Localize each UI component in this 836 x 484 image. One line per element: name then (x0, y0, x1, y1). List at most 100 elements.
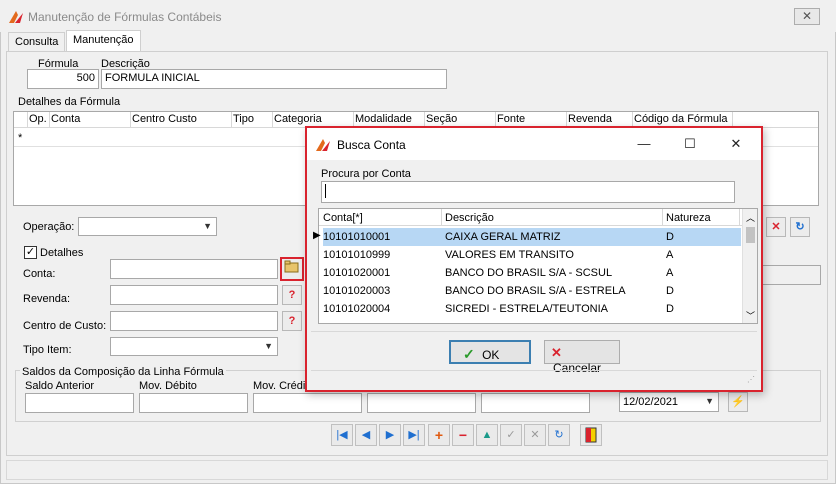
row-conta: 10101010001 (323, 231, 391, 243)
revenda-lookup-button[interactable]: ? (282, 285, 302, 305)
close-icon: ✕ (730, 136, 742, 151)
results-grid[interactable]: Conta[*] Descrição Natureza ▶ 1010101000… (313, 208, 758, 324)
tipo-item-select[interactable]: ▼ (110, 337, 278, 356)
refresh-icon: ↻ (554, 429, 564, 441)
mov-debito-field[interactable] (139, 393, 248, 413)
conta-field[interactable] (110, 259, 278, 279)
col-tipo: Tipo (233, 113, 254, 125)
post-button[interactable]: ✓ (500, 424, 522, 446)
mov-credito-field[interactable] (253, 393, 362, 413)
dialog-status-bar: ⋰ (311, 370, 757, 388)
search-label: Procura por Conta (321, 168, 411, 180)
refresh-button[interactable]: ↻ (790, 217, 810, 237)
status-bar (6, 460, 828, 480)
maximize-button[interactable]: ☐ (675, 134, 705, 154)
next-record-button[interactable]: ▶ (379, 424, 401, 446)
next-icon: ▶ (385, 429, 395, 441)
scroll-up-icon[interactable]: ︿ (746, 211, 755, 224)
lightning-icon: ⚡ (731, 396, 745, 408)
exit-button[interactable] (580, 424, 602, 446)
calculate-button[interactable]: ⚡ (728, 392, 748, 412)
refresh-icon: ↻ (795, 221, 805, 233)
saldo-field-4[interactable] (367, 393, 476, 413)
cancel-edit-button[interactable]: ✕ (524, 424, 546, 446)
saldo-field-5[interactable] (481, 393, 590, 413)
scroll-down-icon[interactable]: ﹀ (746, 309, 755, 322)
table-row[interactable]: 10101020003 BANCO DO BRASIL S/A - ESTREL… (323, 282, 741, 300)
app-logo-icon (316, 139, 330, 151)
row-natureza: A (666, 267, 674, 279)
row-natureza: D (666, 303, 674, 315)
tab-consulta[interactable]: Consulta (8, 32, 66, 52)
col-conta: Conta[*] (323, 212, 363, 224)
minimize-button[interactable]: — (629, 134, 659, 154)
col-centro-custo: Centro Custo (132, 113, 197, 125)
date-value: 12/02/2021 (623, 396, 679, 408)
mov-debito-label: Mov. Débito (139, 380, 197, 392)
edit-button[interactable]: ▲ (476, 424, 498, 446)
table-row[interactable]: 10101020004 SICREDI - ESTRELA/TEUTONIA D (323, 300, 741, 318)
exit-door-icon (585, 427, 597, 443)
table-row[interactable]: 10101020001 BANCO DO BRASIL S/A - SCSUL … (323, 264, 741, 282)
refresh-records-button[interactable]: ↻ (548, 424, 570, 446)
insert-button[interactable]: + (428, 424, 450, 446)
first-record-button[interactable]: |◀ (331, 424, 353, 446)
row-conta: 10101020001 (323, 267, 391, 279)
row-conta: 10101020003 (323, 285, 391, 297)
current-row-marker: ▶ (313, 230, 321, 241)
vertical-scrollbar[interactable]: ︿ ﹀ (742, 209, 757, 323)
chevron-down-icon: ▼ (203, 221, 212, 231)
centro-custo-field[interactable] (110, 311, 278, 331)
detalhes-checkbox[interactable]: ✓ (24, 246, 37, 259)
chevron-down-icon: ▼ (264, 341, 273, 351)
operacao-select[interactable]: ▼ (78, 217, 217, 236)
delete-button[interactable]: − (452, 424, 474, 446)
row-conta: 10101010999 (323, 249, 391, 261)
saldos-group-label: Saldos da Composição da Linha Fórmula (20, 366, 226, 378)
descricao-field[interactable]: FORMULA INICIAL (101, 69, 447, 89)
last-record-button[interactable]: ▶| (403, 424, 425, 446)
last-icon: ▶| (408, 429, 420, 441)
folder-open-icon (284, 260, 299, 273)
minimize-icon: — (637, 136, 651, 151)
tipo-item-label: Tipo Item: (23, 344, 72, 356)
conta-label: Conta: (23, 268, 56, 280)
dialog-close-button[interactable]: ✕ (721, 134, 751, 154)
conta-description-field (755, 265, 821, 285)
detalhes-group-label: Detalhes da Fórmula (18, 96, 121, 108)
row-descricao: CAIXA GERAL MATRIZ (445, 231, 561, 243)
col-natureza: Natureza (666, 212, 711, 224)
table-row[interactable]: 10101010001 CAIXA GERAL MATRIZ D (323, 228, 741, 246)
table-row[interactable]: 10101010999 VALORES EM TRANSITO A (323, 246, 741, 264)
ok-button[interactable]: ✓ OK (449, 340, 531, 364)
results-grid-header: Conta[*] Descrição Natureza (319, 209, 743, 226)
centro-custo-lookup-button[interactable]: ? (282, 311, 302, 331)
row-natureza: D (666, 231, 674, 243)
formula-field[interactable]: 500 (27, 69, 99, 89)
scrollbar-thumb[interactable] (746, 227, 755, 243)
saldo-anterior-field[interactable] (25, 393, 134, 413)
check-icon: ✓ (463, 346, 475, 362)
previous-record-button[interactable]: ◀ (355, 424, 377, 446)
busca-conta-dialog: Busca Conta — ☐ ✕ Procura por Conta Cont… (305, 126, 763, 392)
search-input[interactable] (321, 181, 735, 203)
close-button[interactable]: ✕ (794, 8, 820, 25)
folder-search-button[interactable] (280, 257, 304, 281)
dialog-title: Busca Conta (337, 138, 406, 152)
row-descricao: SICREDI - ESTRELA/TEUTONIA (445, 303, 608, 315)
col-modalidade: Modalidade (355, 113, 412, 125)
row-descricao: VALORES EM TRANSITO (445, 249, 574, 261)
revenda-field[interactable] (110, 285, 278, 305)
col-categoria: Categoria (274, 113, 322, 125)
delete-row-button[interactable]: ✕ (766, 217, 786, 237)
cancel-button[interactable]: ✕ Cancelar (544, 340, 620, 375)
size-grip-icon[interactable]: ⋰ (747, 375, 755, 384)
close-icon: ✕ (530, 429, 540, 441)
window-title: Manutenção de Fórmulas Contábeis (28, 10, 222, 24)
title-bar: Manutenção de Fórmulas Contábeis ✕ (0, 0, 836, 32)
date-picker[interactable]: 12/02/2021 ▼ (619, 392, 719, 412)
tab-manutencao[interactable]: Manutenção (66, 30, 141, 52)
col-codigo-formula: Código da Fórmula (634, 113, 728, 125)
check-icon: ✓ (506, 429, 516, 441)
detalhes-checkbox-label: Detalhes (40, 247, 84, 259)
